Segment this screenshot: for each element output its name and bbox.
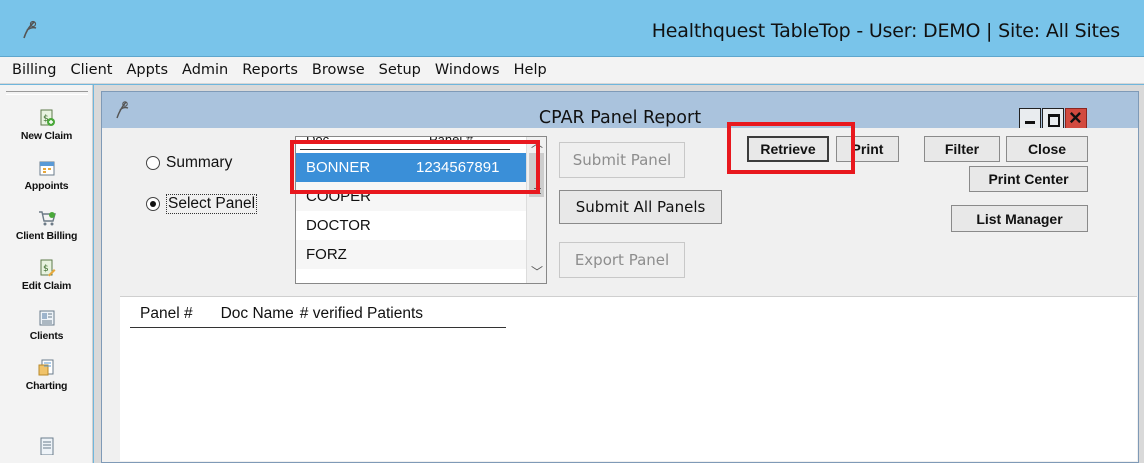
doc-name-column[interactable]: Doc Name bbox=[221, 305, 294, 323]
notes-icon bbox=[40, 437, 53, 455]
doc-name: FORZ bbox=[306, 246, 347, 263]
new-claim-icon: $ bbox=[40, 109, 55, 126]
toolbar-label: Client Billing bbox=[15, 230, 78, 242]
toolbar-label: Appoints bbox=[24, 180, 69, 192]
grid-header: Panel # Doc Name # verified Patients bbox=[140, 305, 451, 323]
side-toolbar: $ New Claim Appoints Client Billing $ Ed… bbox=[0, 85, 93, 463]
list-item[interactable]: DOCTOR bbox=[296, 211, 526, 240]
menu-bar: Billing Client Appts Admin Reports Brows… bbox=[0, 57, 1144, 84]
menu-windows[interactable]: Windows bbox=[429, 62, 506, 78]
list-item[interactable]: FORZ bbox=[296, 240, 526, 269]
toolbar-label: Charting bbox=[25, 380, 68, 392]
doc-name: DOCTOR bbox=[306, 217, 371, 234]
print-center-button[interactable]: Print Center bbox=[969, 166, 1088, 192]
clients-icon bbox=[39, 310, 54, 326]
toolbar-client-billing[interactable]: Client Billing bbox=[0, 209, 93, 242]
menu-reports[interactable]: Reports bbox=[236, 62, 304, 78]
submit-all-panels-button[interactable]: Submit All Panels bbox=[559, 190, 722, 224]
verified-patients-column[interactable]: # verified Patients bbox=[300, 305, 423, 323]
maximize-icon[interactable] bbox=[1042, 108, 1064, 130]
close-button[interactable]: Close bbox=[1006, 136, 1088, 162]
menu-browse[interactable]: Browse bbox=[306, 62, 371, 78]
cpar-panel-report-window: CPAR Panel Report Summary Select Panel D… bbox=[101, 91, 1139, 463]
panel-results-grid[interactable]: Panel # Doc Name # verified Patients bbox=[120, 296, 1137, 461]
toolbar-label: Clients bbox=[29, 330, 64, 342]
summary-option[interactable]: Summary bbox=[146, 154, 232, 172]
app-title: Healthquest TableTop - User: DEMO | Site… bbox=[651, 20, 1120, 42]
summary-label: Summary bbox=[166, 154, 233, 171]
annotation-highlight-retrieve bbox=[727, 122, 855, 174]
window-content: Summary Select Panel Doc Panel # BONNER … bbox=[102, 128, 1138, 462]
app-title-bar: Healthquest TableTop - User: DEMO | Site… bbox=[0, 0, 1144, 57]
submit-panel-button[interactable]: Submit Panel bbox=[559, 142, 685, 178]
select-panel-label: Select Panel bbox=[166, 194, 258, 214]
select-panel-option[interactable]: Select Panel bbox=[146, 194, 258, 214]
filter-button[interactable]: Filter bbox=[924, 136, 1000, 162]
menu-appts[interactable]: Appts bbox=[120, 62, 174, 78]
annotation-highlight-selected-row bbox=[290, 140, 540, 194]
panel-number-column[interactable]: Panel # bbox=[140, 305, 193, 323]
toolbar-grip bbox=[6, 91, 88, 95]
select-panel-radio[interactable] bbox=[146, 197, 160, 211]
toolbar-label: New Claim bbox=[20, 130, 73, 142]
close-icon[interactable] bbox=[1065, 105, 1087, 131]
minimize-icon[interactable] bbox=[1019, 108, 1041, 130]
toolbar-label: Edit Claim bbox=[21, 280, 72, 292]
menu-client[interactable]: Client bbox=[64, 62, 118, 78]
cart-icon bbox=[38, 211, 56, 226]
toolbar-new-claim[interactable]: $ New Claim bbox=[0, 109, 93, 142]
toolbar-charting[interactable]: Charting bbox=[0, 359, 93, 392]
menu-admin[interactable]: Admin bbox=[176, 62, 234, 78]
list-manager-button[interactable]: List Manager bbox=[951, 205, 1088, 232]
export-panel-button[interactable]: Export Panel bbox=[559, 242, 685, 278]
app-logo-icon bbox=[23, 20, 37, 39]
window-title-bar[interactable]: CPAR Panel Report bbox=[102, 92, 1138, 131]
svg-text:$: $ bbox=[43, 264, 49, 274]
menu-help[interactable]: Help bbox=[508, 62, 553, 78]
menu-billing[interactable]: Billing bbox=[6, 62, 62, 78]
window-title: CPAR Panel Report bbox=[538, 108, 702, 128]
toolbar-edit-claim[interactable]: $ Edit Claim bbox=[0, 259, 93, 292]
charting-icon bbox=[38, 359, 53, 376]
scroll-down-icon[interactable]: ﹀ bbox=[531, 263, 543, 280]
edit-claim-icon: $ bbox=[40, 259, 55, 277]
menu-setup[interactable]: Setup bbox=[373, 62, 427, 78]
toolbar-clients[interactable]: Clients bbox=[0, 309, 93, 342]
summary-radio[interactable] bbox=[146, 156, 160, 170]
grid-header-divider bbox=[130, 327, 506, 328]
toolbar-appoints[interactable]: Appoints bbox=[0, 159, 93, 192]
toolbar-notes[interactable] bbox=[0, 437, 93, 455]
calendar-icon bbox=[39, 161, 54, 176]
